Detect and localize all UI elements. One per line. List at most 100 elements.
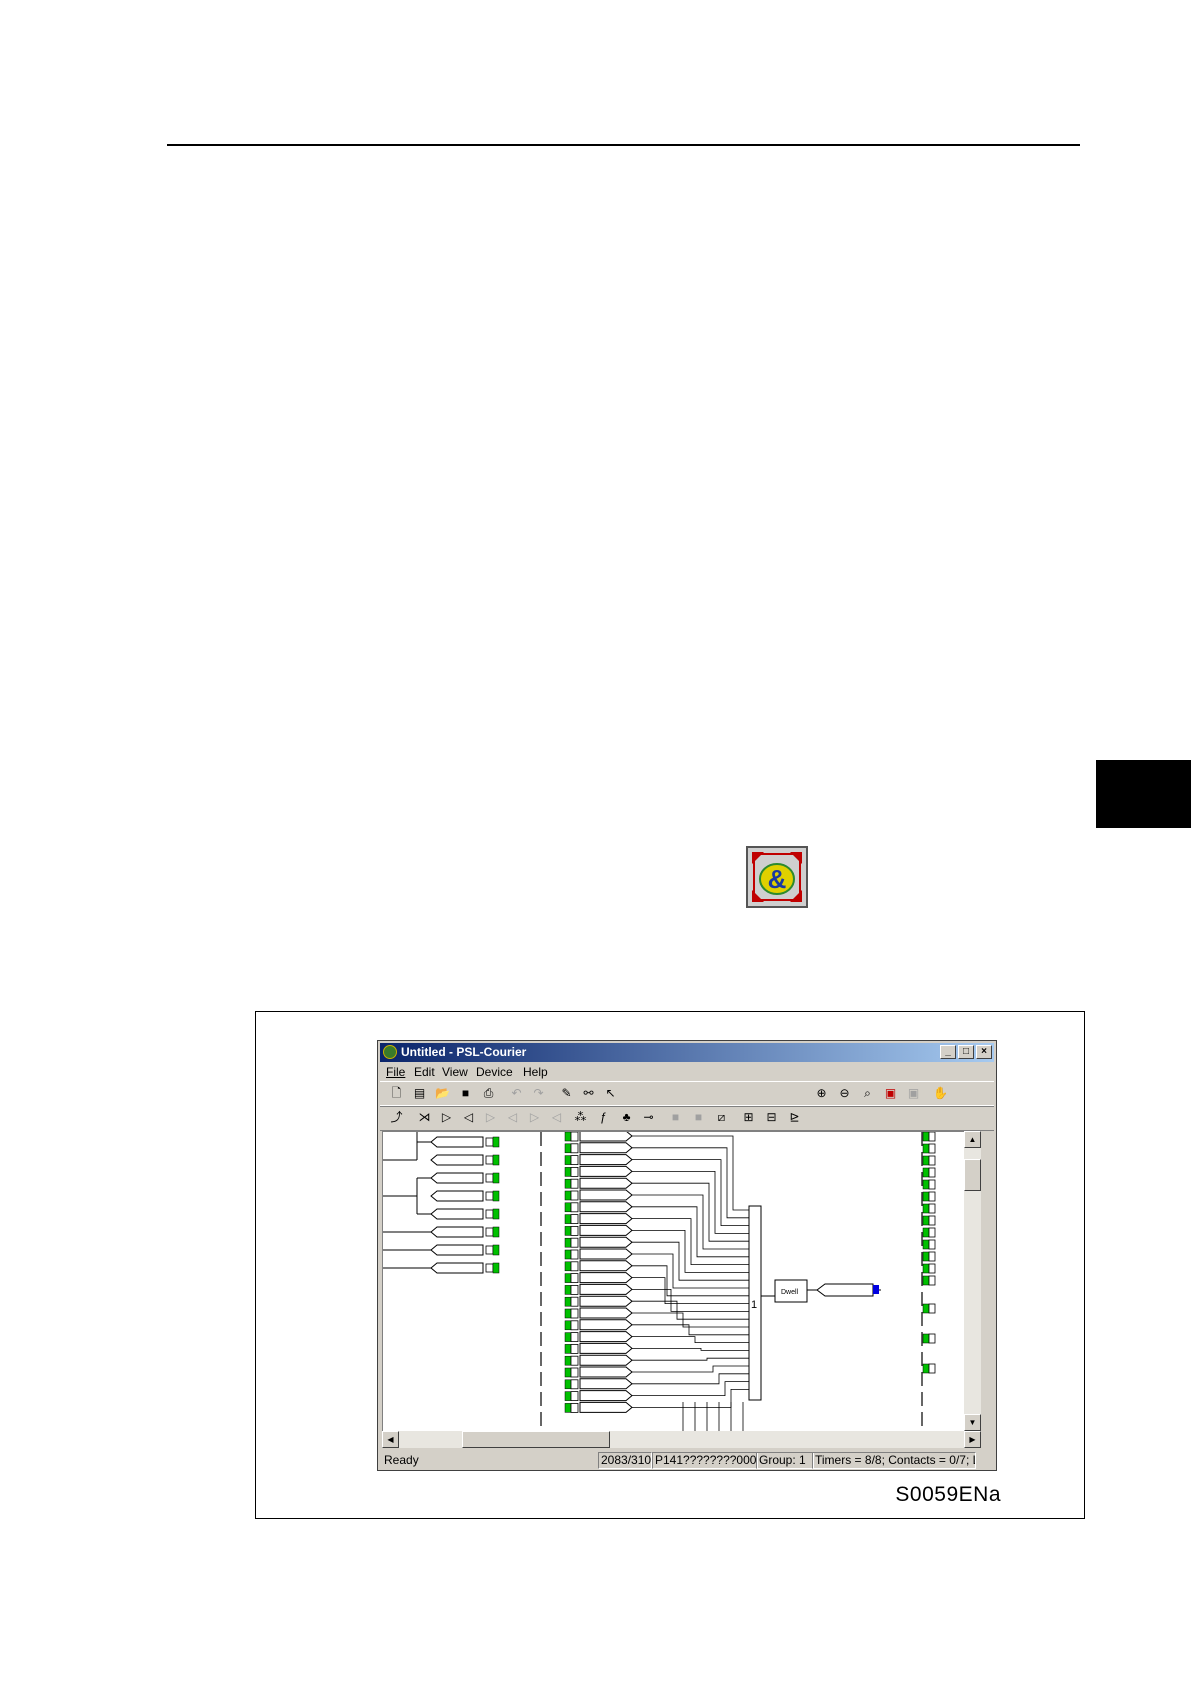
status-ready: Ready xyxy=(384,1453,419,1467)
status-model: P141????????000? xyxy=(652,1452,758,1469)
undo-icon[interactable]: ↶ xyxy=(508,1086,525,1101)
pen-icon[interactable]: ✎ xyxy=(558,1086,575,1101)
toolbar-logic: ⤴ ⋊ ▷ ◁ ▷ ◁ ▷ ◁ ⁂ ƒ ♣ ⊸ ■ ■ ⧄ ⊞ ⊟ ⊵ xyxy=(380,1105,994,1131)
timer-icon[interactable]: ⊞ xyxy=(740,1110,757,1125)
counter-icon[interactable]: ⊟ xyxy=(763,1110,780,1125)
menu-bar: File Edit View Device Help xyxy=(380,1063,994,1081)
scroll-right-button[interactable]: ▶ xyxy=(964,1431,981,1448)
ddb-input-icon[interactable]: ▷ xyxy=(482,1110,499,1125)
control-input-icon[interactable]: ▷ xyxy=(526,1110,543,1125)
right-signal-group xyxy=(921,1132,936,1432)
green-terminal xyxy=(922,1275,930,1286)
zoom-out-icon[interactable]: ⊖ xyxy=(836,1086,853,1101)
green-terminal xyxy=(564,1178,572,1189)
new-template-icon[interactable]: ▤ xyxy=(411,1086,428,1101)
frt-icon[interactable]: ƒ xyxy=(595,1110,612,1125)
timer-label: Dwell xyxy=(781,1289,799,1296)
zoom-in-icon[interactable]: ⊕ xyxy=(813,1086,830,1101)
green-terminal xyxy=(564,1379,572,1390)
ddb-output-icon[interactable]: ◁ xyxy=(504,1110,521,1125)
scroll-down-button[interactable]: ▼ xyxy=(964,1414,981,1431)
input-signal-icon[interactable]: ▷ xyxy=(438,1110,455,1125)
logic-canvas[interactable]: 1 Dwell xyxy=(382,1131,965,1433)
and-gate-tool-icon[interactable]: ■ xyxy=(667,1110,684,1125)
signal-box xyxy=(579,1154,633,1166)
redo-icon[interactable]: ↷ xyxy=(530,1086,547,1101)
signal-box xyxy=(579,1272,633,1284)
pan-hand-icon[interactable]: ✋ xyxy=(932,1086,949,1101)
open-folder-icon[interactable]: 📂 xyxy=(434,1086,451,1101)
green-terminal xyxy=(564,1143,572,1154)
and-gate-icon: & xyxy=(746,846,808,908)
signal-box xyxy=(579,1401,633,1413)
control-output-icon[interactable]: ◁ xyxy=(548,1110,565,1125)
green-terminal xyxy=(492,1136,500,1148)
green-terminal xyxy=(564,1355,572,1366)
menu-file[interactable]: File xyxy=(386,1065,405,1079)
green-terminal xyxy=(564,1296,572,1307)
maximize-button[interactable]: □ xyxy=(958,1045,974,1059)
or-gate-tool-icon[interactable]: ■ xyxy=(690,1110,707,1125)
green-terminal xyxy=(492,1172,500,1184)
scroll-left-button[interactable]: ◀ xyxy=(382,1431,399,1448)
zoom-fit-icon[interactable]: ▣ xyxy=(882,1086,899,1101)
horizontal-scroll-thumb[interactable] xyxy=(462,1431,610,1448)
green-terminal xyxy=(922,1203,930,1214)
menu-view[interactable]: View xyxy=(442,1065,468,1079)
logic-diagram: 1 Dwell xyxy=(383,1132,936,1432)
signal-box xyxy=(579,1295,633,1307)
horizontal-scrollbar[interactable]: ◀ ▶ xyxy=(382,1431,981,1448)
status-counts: Timers = 8/8; Contacts = 0/7; LED xyxy=(812,1452,976,1469)
green-terminal xyxy=(564,1237,572,1248)
figure-frame: Untitled - PSL-Courier _ □ × File Edit V… xyxy=(255,1011,1085,1519)
signal-box xyxy=(579,1236,633,1248)
signal-icon[interactable]: ⊵ xyxy=(786,1110,803,1125)
scroll-up-button[interactable]: ▲ xyxy=(964,1131,981,1148)
vertical-scrollbar[interactable]: ▲ ▼ xyxy=(964,1131,981,1431)
opto-signal-icon[interactable]: ⋊ xyxy=(416,1110,433,1125)
svg-text:&: & xyxy=(768,864,787,894)
menu-device[interactable]: Device xyxy=(476,1065,513,1079)
new-file-icon[interactable]: 🗋 xyxy=(388,1086,405,1101)
print-icon[interactable]: ⎙ xyxy=(480,1086,497,1101)
menu-edit[interactable]: Edit xyxy=(414,1065,435,1079)
green-terminal xyxy=(564,1226,572,1236)
green-terminal xyxy=(492,1154,500,1166)
contact-icon[interactable]: ⊸ xyxy=(640,1110,657,1125)
header-rule xyxy=(167,144,1080,146)
status-bar: Ready 2083/310 P141????????000? Group: 1… xyxy=(380,1450,994,1469)
zoom-window-icon[interactable]: ▣ xyxy=(905,1086,922,1101)
green-terminal xyxy=(922,1263,930,1274)
pointer-icon[interactable]: ↖ xyxy=(602,1086,619,1101)
vertical-scroll-thumb[interactable] xyxy=(964,1159,981,1191)
green-terminal xyxy=(922,1239,930,1250)
green-terminal xyxy=(564,1344,572,1354)
green-terminal xyxy=(564,1132,572,1142)
signal-box xyxy=(579,1165,633,1177)
led-icon[interactable]: ♣ xyxy=(618,1110,635,1125)
middle-signal-group xyxy=(564,1132,633,1413)
close-button[interactable]: × xyxy=(976,1045,992,1059)
zoom-icon[interactable]: ⌕ xyxy=(859,1086,876,1101)
left-signal-group xyxy=(383,1132,500,1274)
output-signal-icon[interactable]: ◁ xyxy=(460,1110,477,1125)
signal-box xyxy=(579,1378,633,1390)
green-terminal xyxy=(922,1155,930,1166)
programmable-gate-icon[interactable]: ⧄ xyxy=(713,1110,730,1125)
minimize-button[interactable]: _ xyxy=(940,1045,956,1059)
green-terminal xyxy=(564,1285,572,1295)
link-tool-icon[interactable]: ⤴ xyxy=(388,1110,405,1125)
menu-help[interactable]: Help xyxy=(523,1065,548,1079)
green-terminal xyxy=(492,1262,500,1274)
signal-box xyxy=(579,1213,633,1225)
signal-box xyxy=(579,1201,633,1213)
psl-window: Untitled - PSL-Courier _ □ × File Edit V… xyxy=(377,1040,997,1471)
link-icon[interactable]: ⚯ xyxy=(580,1086,597,1101)
green-terminal xyxy=(492,1208,500,1220)
or-gate-label: 1 xyxy=(751,1299,757,1311)
save-icon[interactable]: ■ xyxy=(457,1086,474,1101)
side-tab-marker xyxy=(1096,760,1191,828)
fault-record-icon[interactable]: ⁂ xyxy=(572,1110,589,1125)
signal-box xyxy=(430,1136,484,1148)
green-terminal xyxy=(564,1367,572,1378)
